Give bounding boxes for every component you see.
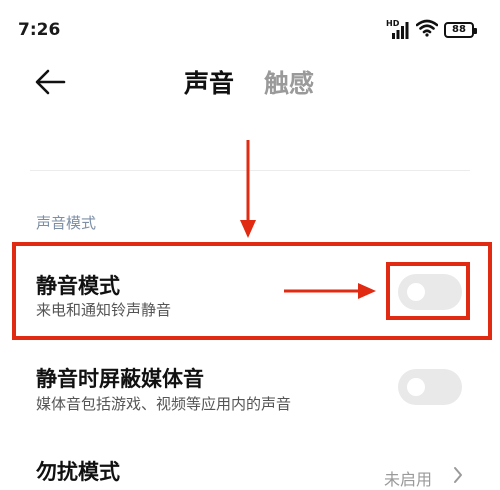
setting-title: 勿扰模式: [36, 460, 120, 484]
setting-title: 静音模式: [36, 274, 120, 298]
back-button[interactable]: [30, 66, 70, 98]
setting-subtitle: 来电和通知铃声静音: [36, 301, 172, 319]
status-time: 7:26: [18, 20, 61, 40]
tab-haptics[interactable]: 触感: [264, 64, 314, 100]
hd-signal-icon: HD: [384, 19, 410, 41]
wifi-icon: [415, 19, 439, 41]
setting-subtitle: 媒体音包括游戏、视频等应用内的声音: [36, 395, 292, 413]
network-label: HD: [386, 19, 400, 28]
header-divider: [30, 170, 470, 171]
toggle-knob: [407, 283, 425, 301]
tab-bar: 声音 触感: [184, 64, 314, 100]
setting-row-do-not-disturb[interactable]: 勿扰模式 未启用: [0, 440, 500, 489]
battery-icon: 88: [444, 22, 477, 38]
arrow-down-icon: [240, 140, 256, 238]
setting-row-mute-media[interactable]: 静音时屏蔽媒体音 媒体音包括游戏、视频等应用内的声音: [0, 345, 500, 435]
setting-row-silent-mode[interactable]: 静音模式 来电和通知铃声静音: [0, 250, 500, 340]
chevron-right-icon: [452, 465, 464, 489]
section-title: 声音模式: [36, 214, 97, 232]
back-arrow-icon: [35, 69, 66, 95]
setting-value: 未启用: [384, 470, 433, 489]
mute-media-toggle[interactable]: [398, 369, 462, 405]
header: 声音 触感: [0, 60, 500, 106]
setting-title: 静音时屏蔽媒体音: [36, 367, 204, 391]
tab-sound[interactable]: 声音: [184, 64, 234, 100]
status-bar: 7:26 HD 88: [0, 0, 500, 60]
silent-mode-toggle[interactable]: [398, 274, 462, 310]
battery-level: 88: [452, 24, 466, 35]
toggle-knob: [407, 378, 425, 396]
status-icons: HD 88: [384, 18, 477, 42]
